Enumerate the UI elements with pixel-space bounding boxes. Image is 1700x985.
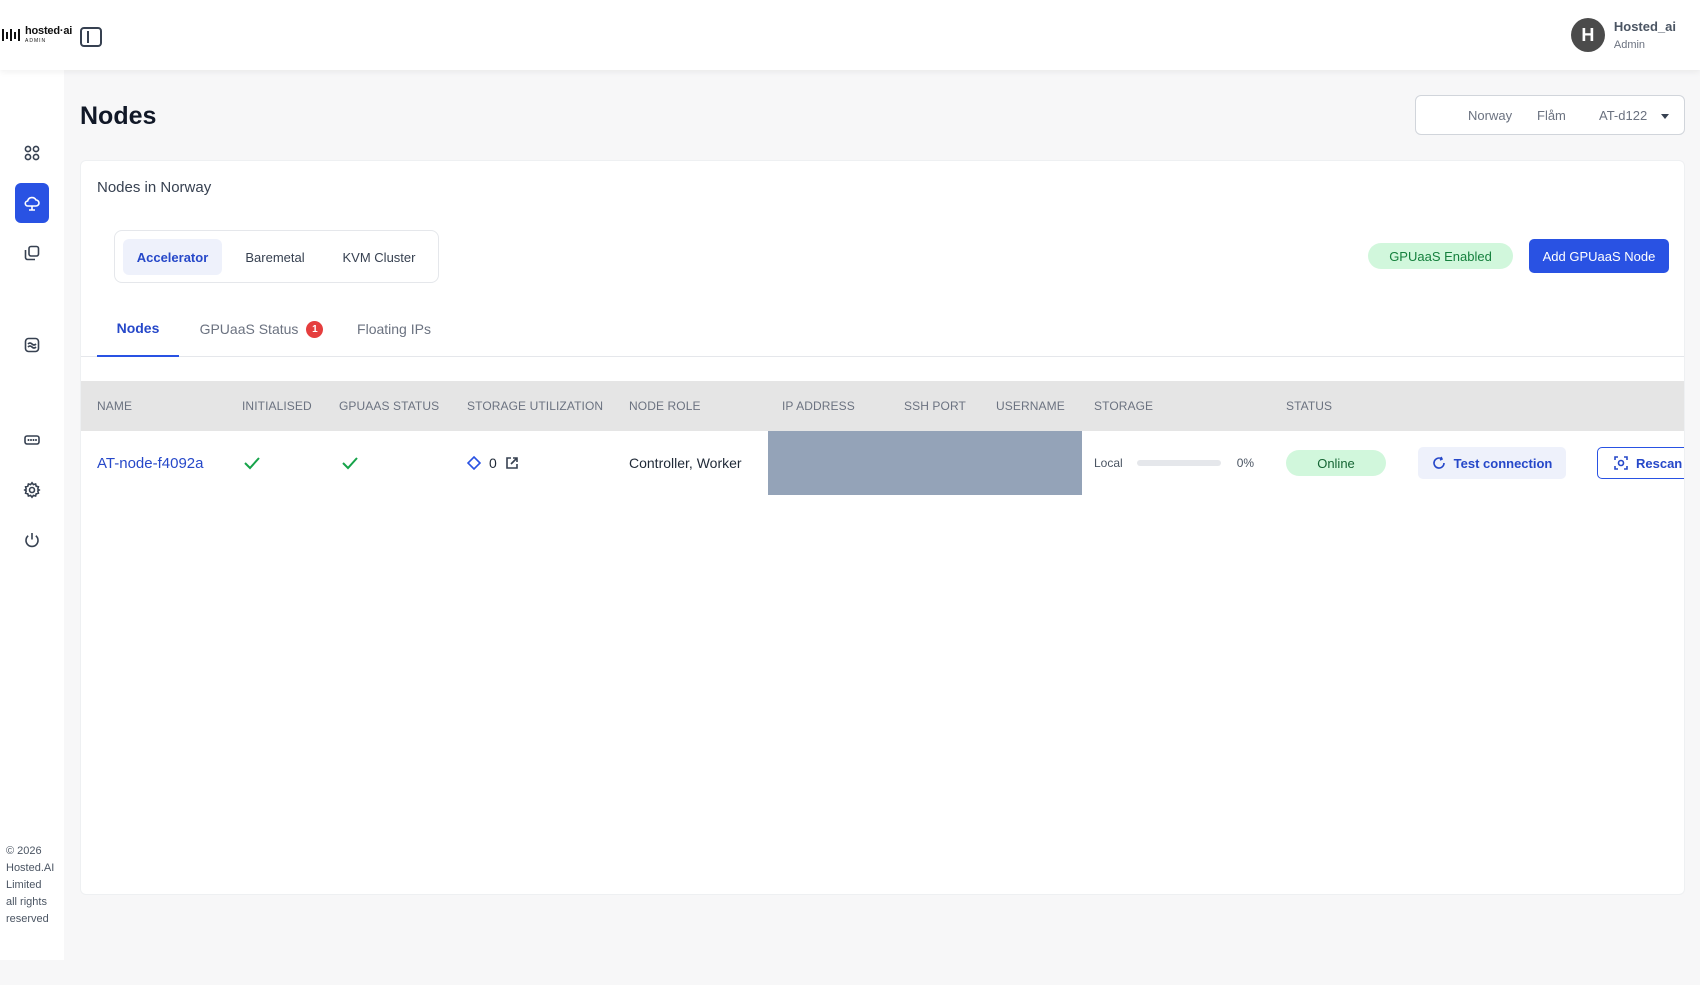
node-role: Controller, Worker bbox=[629, 455, 742, 471]
col-initialised[interactable]: INITIALISED bbox=[242, 399, 312, 413]
col-storage-utilization[interactable]: STORAGE UTILIZATION bbox=[467, 399, 603, 413]
gear-icon bbox=[23, 481, 41, 499]
region-country: Norway bbox=[1468, 108, 1513, 123]
user-menu[interactable]: H Hosted_ai Admin bbox=[1570, 18, 1676, 52]
col-node-role[interactable]: NODE ROLE bbox=[629, 399, 701, 413]
left-nav: © 2026 Hosted.AI Limited all rights rese… bbox=[0, 70, 64, 960]
rescan-label: Rescan r bbox=[1636, 455, 1684, 471]
storage-percent: 0% bbox=[1236, 456, 1255, 470]
col-storage[interactable]: STORAGE bbox=[1094, 399, 1153, 413]
region-datacenter: AT-d122 bbox=[1599, 108, 1648, 123]
gpuaas-check-icon bbox=[341, 431, 359, 495]
col-status[interactable]: STATUS bbox=[1286, 399, 1332, 413]
tab-nodes[interactable]: Nodes bbox=[97, 301, 179, 357]
tab-gpuaas-status[interactable]: GPUaaS Status 1 bbox=[199, 301, 324, 357]
type-tab-baremetal[interactable]: Baremetal bbox=[225, 239, 325, 275]
brand-logo[interactable]: hosted·ai ADMIN bbox=[2, 26, 72, 44]
avatar[interactable]: H bbox=[1570, 18, 1605, 52]
test-connection-button[interactable]: Test connection bbox=[1418, 447, 1566, 479]
memory-icon bbox=[24, 435, 40, 445]
power-icon bbox=[25, 533, 39, 548]
nodes-card: Nodes in Norway Accelerator Baremetal KV… bbox=[80, 160, 1685, 895]
region-select[interactable]: Norway Flåm AT-d122 bbox=[1415, 95, 1685, 135]
status-count-badge: 1 bbox=[306, 320, 324, 338]
node-name-link[interactable]: AT-node-f4092a bbox=[97, 455, 203, 472]
table-header: NAME INITIALISED GPUAAS STATUS STORAGE U… bbox=[81, 381, 1684, 431]
copy-icon bbox=[24, 245, 40, 261]
user-name: Hosted_ai bbox=[1613, 19, 1676, 34]
status-badge: Online bbox=[1286, 450, 1386, 476]
tab-floating-ips[interactable]: Floating IPs bbox=[349, 301, 439, 357]
subtabs: Nodes GPUaaS Status 1 Floating IPs bbox=[81, 301, 1684, 357]
test-connection-label: Test connection bbox=[1453, 455, 1553, 471]
gpuaas-enabled-badge: GPUaaS Enabled bbox=[1368, 243, 1513, 269]
nav-cloud[interactable] bbox=[15, 183, 49, 223]
sidebar-toggle-icon[interactable] bbox=[80, 27, 102, 47]
brand-name: hosted·ai bbox=[25, 25, 73, 37]
cloud-icon bbox=[24, 196, 40, 211]
col-username[interactable]: USERNAME bbox=[996, 399, 1065, 413]
nav-logout[interactable] bbox=[15, 520, 49, 560]
initialised-check-icon bbox=[243, 431, 261, 495]
add-gpuaas-node-button[interactable]: Add GPUaaS Node bbox=[1529, 239, 1669, 273]
type-tab-accelerator[interactable]: Accelerator bbox=[123, 239, 222, 275]
scan-icon bbox=[1614, 456, 1628, 470]
logo-mark-icon bbox=[2, 29, 20, 41]
storage-progress-bar bbox=[1136, 460, 1221, 466]
nav-dashboard[interactable] bbox=[15, 133, 49, 173]
col-gpuaas-status[interactable]: GPUAAS STATUS bbox=[339, 399, 439, 413]
redacted-connection-details bbox=[768, 431, 1082, 495]
diamond-icon bbox=[467, 456, 481, 470]
nav-copy[interactable] bbox=[15, 233, 49, 273]
tab-gpuaas-status-label: GPUaaS Status bbox=[199, 321, 299, 337]
card-title: Nodes in Norway bbox=[97, 179, 212, 196]
grid-icon bbox=[24, 145, 40, 161]
nav-analytics[interactable] bbox=[15, 325, 49, 365]
copyright-note: © 2026 Hosted.AI Limited all rights rese… bbox=[6, 845, 55, 925]
top-bar: hosted·ai ADMIN H Hosted_ai Admin bbox=[0, 0, 1700, 70]
node-type-tabs: Accelerator Baremetal KVM Cluster bbox=[114, 230, 439, 283]
nav-hardware[interactable] bbox=[15, 420, 49, 460]
chevron-down-icon bbox=[1661, 114, 1669, 119]
rescan-button[interactable]: Rescan r bbox=[1597, 447, 1684, 479]
storage-type: Local bbox=[1094, 456, 1123, 470]
col-ip-address[interactable]: IP ADDRESS bbox=[782, 399, 855, 413]
user-role: Admin bbox=[1613, 39, 1646, 51]
external-link-icon[interactable] bbox=[505, 456, 519, 470]
col-name[interactable]: NAME bbox=[97, 399, 132, 413]
region-city: Flåm bbox=[1537, 108, 1566, 123]
storage-util-value: 0 bbox=[489, 455, 497, 471]
page-title: Nodes bbox=[80, 102, 157, 130]
chart-icon bbox=[24, 337, 40, 353]
type-tab-kvm-cluster[interactable]: KVM Cluster bbox=[328, 239, 430, 275]
col-ssh-port[interactable]: SSH PORT bbox=[904, 399, 966, 413]
refresh-icon bbox=[1432, 456, 1445, 469]
table-row: AT-node-f4092a 0 Controller, Worker Loca… bbox=[81, 431, 1684, 495]
nav-settings[interactable] bbox=[15, 470, 49, 510]
brand-sub: ADMIN bbox=[25, 38, 47, 44]
